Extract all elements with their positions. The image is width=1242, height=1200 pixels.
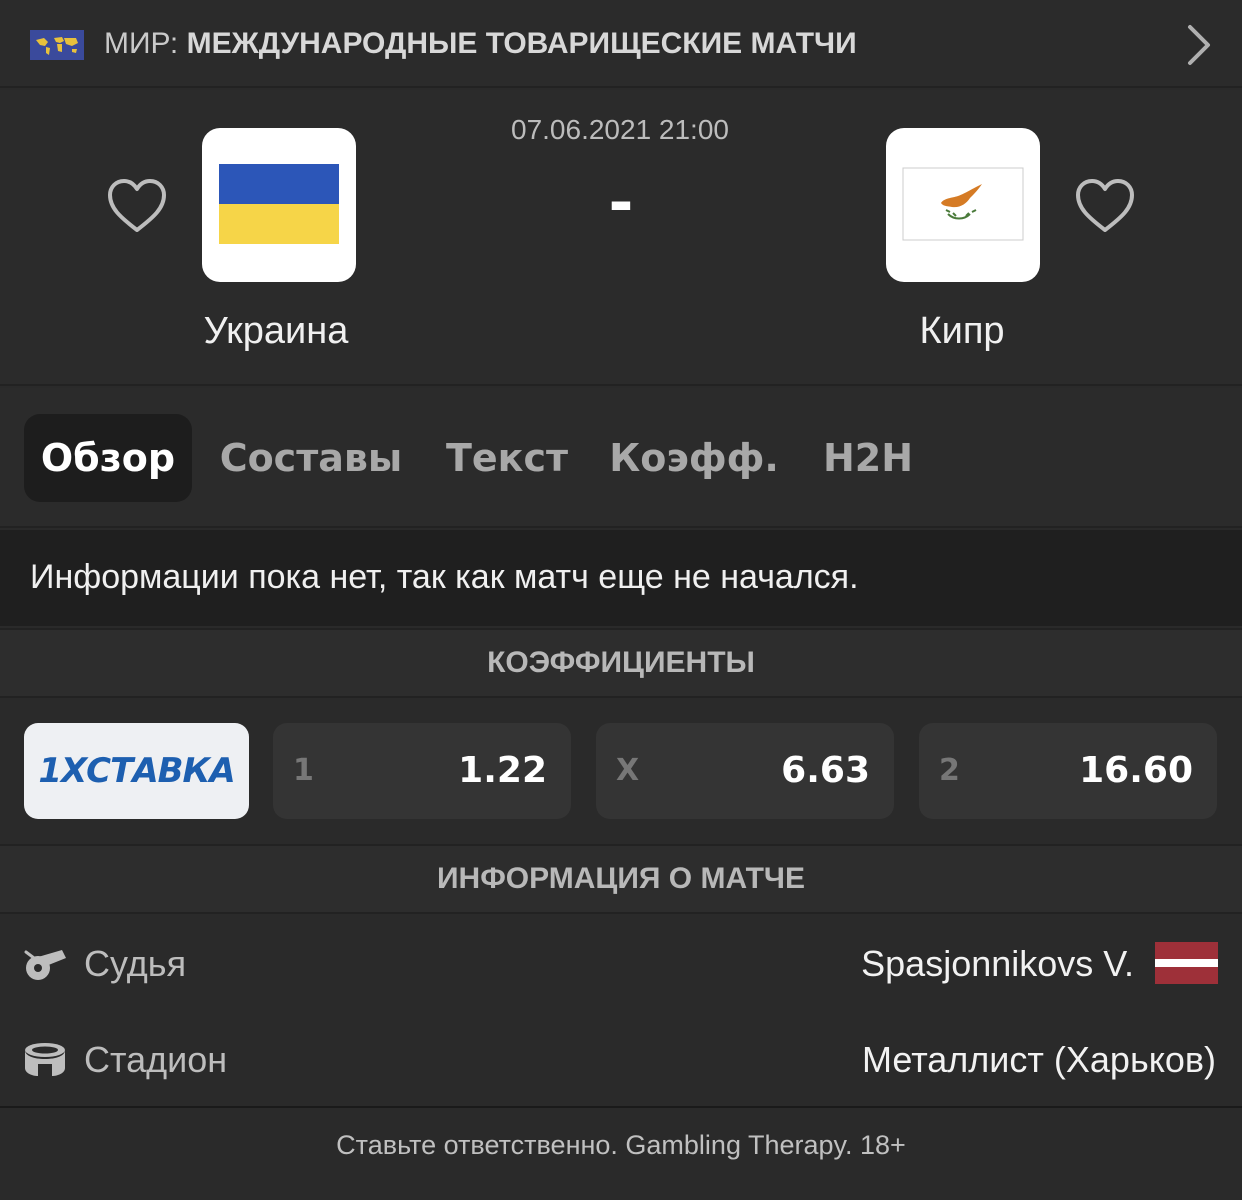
favorite-home-heart-icon[interactable] [106, 178, 168, 236]
odd-home[interactable]: 1 1.22 [273, 723, 571, 819]
responsible-gambling-footer[interactable]: Ставьте ответственно. Gambling Therapy. … [0, 1110, 1242, 1200]
stadium-label: Стадион [84, 1039, 228, 1080]
tab-lineups[interactable]: Составы [212, 414, 410, 502]
league-title: МИР: МЕЖДУНАРОДНЫЕ ТОВАРИЩЕСКИЕ МАТЧИ [104, 24, 857, 64]
tab-h2h[interactable]: H2H [808, 414, 928, 502]
odd-label: 2 [939, 753, 960, 788]
tab-odds[interactable]: Коэфф. [606, 414, 782, 502]
odds-row: 1XСТАВКА 1 1.22 X 6.63 2 16.60 [0, 698, 1242, 844]
odd-value: 1.22 [458, 750, 547, 791]
stadium-name: Металлист (Харьков) [861, 1039, 1216, 1080]
league-name: МЕЖДУНАРОДНЫЕ ТОВАРИЩЕСКИЕ МАТЧИ [186, 27, 857, 60]
chevron-right-icon[interactable] [1180, 24, 1216, 66]
referee-label: Судья [84, 943, 187, 984]
match-score: - [608, 168, 634, 238]
tabs-bar: Обзор Составы Текст Коэфф. H2H [0, 388, 1242, 528]
ukraine-flag-icon [219, 164, 339, 244]
world-map-flag-icon [30, 30, 84, 60]
bookmaker-name: 1XСТАВКА [38, 751, 235, 791]
tab-text[interactable]: Текст [432, 414, 582, 502]
odd-value: 16.60 [1079, 750, 1193, 791]
home-team-name[interactable]: Украина [126, 306, 426, 356]
odds-section-header: КОЭФФИЦИЕНТЫ [0, 628, 1242, 698]
match-header: 07.06.2021 21:00 - Украина Кипр [0, 90, 1242, 386]
match-datetime: 07.06.2021 21:00 [511, 114, 729, 145]
tab-overview[interactable]: Обзор [24, 414, 192, 502]
odd-label: X [616, 753, 640, 788]
away-team-logo[interactable] [886, 128, 1040, 282]
stadium-row: Стадион Металлист (Харьков) [0, 1012, 1242, 1108]
league-country: МИР: [104, 27, 179, 60]
odd-away[interactable]: 2 16.60 [919, 723, 1217, 819]
latvia-flag-icon [1155, 942, 1218, 984]
whistle-icon [22, 944, 68, 984]
away-team-name[interactable]: Кипр [812, 306, 1112, 356]
odd-value: 6.63 [781, 750, 870, 791]
odd-draw[interactable]: X 6.63 [596, 723, 894, 819]
stadium-icon [22, 1040, 68, 1080]
info-message: Информации пока нет, так как матч еще не… [30, 558, 859, 596]
odd-label: 1 [293, 753, 314, 788]
favorite-away-heart-icon[interactable] [1074, 178, 1136, 236]
match-info-section-header: ИНФОРМАЦИЯ О МАТЧЕ [0, 844, 1242, 914]
home-team-logo[interactable] [202, 128, 356, 282]
bookmaker-logo[interactable]: 1XСТАВКА [24, 723, 249, 819]
info-message-row: Информации пока нет, так как матч еще не… [0, 530, 1242, 626]
referee-name[interactable]: Spasjonnikovs V. [861, 940, 1134, 988]
cyprus-flag-icon [902, 167, 1024, 241]
league-bar[interactable]: МИР: МЕЖДУНАРОДНЫЕ ТОВАРИЩЕСКИЕ МАТЧИ [0, 0, 1242, 88]
referee-row: Судья Spasjonnikovs V. [0, 916, 1242, 1012]
